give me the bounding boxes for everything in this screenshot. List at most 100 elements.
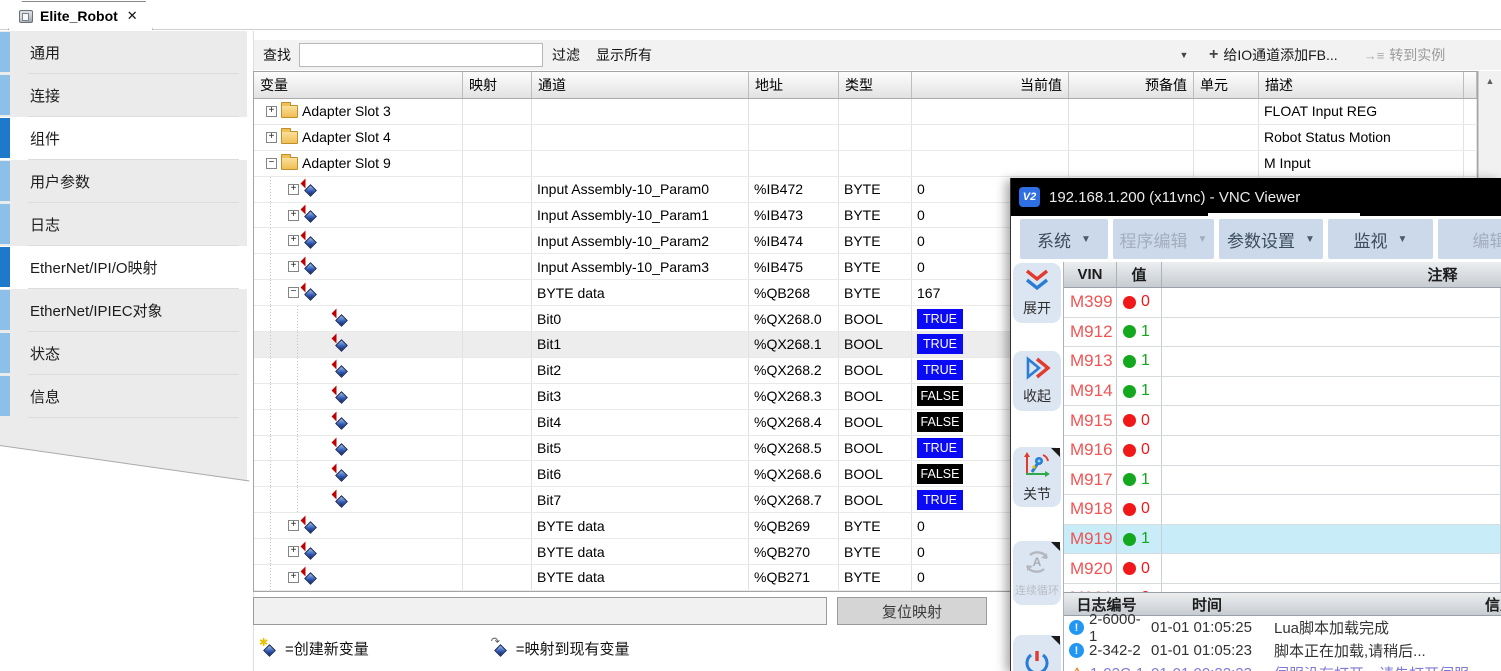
menu-监视[interactable]: 监视▼: [1328, 219, 1433, 259]
vin-cell: M919: [1064, 525, 1117, 554]
folder-icon: [281, 105, 298, 118]
value-cell: 0: [1117, 288, 1162, 317]
tree-expander-icon[interactable]: +: [288, 235, 299, 246]
tree-expander-icon[interactable]: +: [288, 520, 299, 531]
vin-cell: M917: [1064, 466, 1117, 495]
log-row[interactable]: 1-92C-101-01 00:22:23伺服没有打开，请先打开伺服: [1064, 662, 1501, 671]
log-row[interactable]: !2-342-201-01 01:05:23脚本正在加载,请稍后...: [1064, 639, 1501, 662]
comment-cell: [1162, 377, 1501, 406]
type-cell: BOOL: [839, 410, 912, 435]
menu-参数设置[interactable]: 参数设置▼: [1219, 219, 1323, 259]
monitor-row[interactable]: M9200: [1064, 554, 1501, 584]
side-button-关节[interactable]: 关节: [1013, 447, 1061, 507]
sidebar-item-stripe: [0, 333, 10, 373]
variable-cell: +Adapter Slot 4: [254, 125, 463, 150]
red-dot-icon: [1123, 562, 1136, 575]
add-fb-button[interactable]: + 给IO通道添加FB...: [1200, 42, 1347, 68]
log-body: !2-6000-101-01 01:05:25Lua脚本加载完成!2-342-2…: [1064, 616, 1501, 671]
reset-mapping-button[interactable]: 复位映射: [837, 597, 987, 625]
sidebar-item-信息[interactable]: 信息: [0, 375, 247, 418]
variable-cell: +: [254, 565, 463, 590]
sidebar-item-label: 用户参数: [30, 171, 90, 192]
tree-expander-icon[interactable]: +: [288, 210, 299, 221]
find-input[interactable]: [299, 43, 543, 67]
tree-expander-icon[interactable]: +: [266, 106, 277, 117]
tree-expander-icon[interactable]: −: [288, 287, 299, 298]
tab-elite-robot[interactable]: Elite_Robot ✕: [8, 1, 153, 30]
type-cell: BYTE: [839, 565, 912, 590]
channel-cell: Bit7: [532, 487, 749, 512]
menu-程序编辑: 程序编辑▼: [1113, 219, 1214, 259]
table-row[interactable]: +Adapter Slot 4 Robot Status Motion: [254, 125, 1477, 151]
tree-expander-icon[interactable]: +: [288, 546, 299, 557]
sidebar-item-状态[interactable]: 状态: [0, 332, 247, 375]
menu-系统[interactable]: 系统▼: [1020, 219, 1108, 259]
tree-expander-icon[interactable]: +: [288, 184, 299, 195]
address-cell: %QX268.6: [749, 461, 839, 486]
table-row[interactable]: + Adapter Slot 3 FLOAT Input REG: [254, 99, 1477, 125]
variable-name: Adapter Slot 3: [302, 103, 391, 119]
vnc-titlebar[interactable]: V2 192.168.1.200 (x11vnc) - VNC Viewer: [1011, 178, 1501, 216]
monitor-row[interactable]: M3990: [1064, 288, 1501, 318]
sidebar-item-日志[interactable]: 日志: [0, 203, 247, 246]
sidebar-item-用户参数[interactable]: 用户参数: [0, 160, 247, 203]
description-cell: FLOAT Input REG: [1259, 99, 1464, 124]
type-cell: BYTE: [839, 539, 912, 564]
monitor-row[interactable]: M9180: [1064, 495, 1501, 525]
side-button-power[interactable]: [1013, 635, 1061, 671]
mapping-cell: [463, 565, 532, 590]
sidebar-item-stripe: [0, 161, 10, 201]
monitor-row[interactable]: M9160: [1064, 436, 1501, 466]
variable-name: Adapter Slot 9: [302, 155, 391, 171]
mapping-cell: [463, 384, 532, 409]
tab-close-icon[interactable]: ✕: [127, 8, 138, 24]
scroll-up-icon[interactable]: ▲: [1479, 71, 1501, 91]
tree-expander-icon[interactable]: −: [266, 158, 277, 169]
comment-cell: [1162, 466, 1501, 495]
tree-expander-icon[interactable]: +: [288, 572, 299, 583]
mapped-variable-icon: [302, 285, 318, 301]
type-cell: BOOL: [839, 358, 912, 383]
tree-expander-icon[interactable]: +: [266, 132, 277, 143]
monitor-row[interactable]: M9171: [1064, 466, 1501, 496]
sidebar-item-通用[interactable]: 通用: [0, 31, 247, 74]
table-row[interactable]: − Adapter Slot 9 M Input: [254, 151, 1477, 177]
sidebar-item-EtherNet/IPIEC对象[interactable]: EtherNet/IPIEC对象: [0, 289, 247, 332]
mapping-cell: [463, 332, 532, 357]
address-cell: %QX268.3: [749, 384, 839, 409]
sidebar-item-连接[interactable]: 连接: [0, 74, 247, 117]
filter-combobox[interactable]: 显示所有 ▼: [592, 43, 1192, 67]
sidebar-item-组件[interactable]: 组件: [0, 117, 247, 160]
app-root: Elite_Robot ✕ 通用连接组件用户参数日志EtherNet/IPI/O…: [0, 0, 1501, 671]
comment-cell: [1162, 318, 1501, 347]
monitor-row[interactable]: M9141: [1064, 377, 1501, 407]
description-cell: Robot Status Motion: [1259, 125, 1464, 150]
address-cell: %QB270: [749, 539, 839, 564]
column-header-预备值: 预备值: [1069, 72, 1194, 98]
variable-cell: [254, 461, 463, 486]
document-tabbar: Elite_Robot ✕: [0, 0, 1501, 30]
address-cell: %IB473: [749, 203, 839, 228]
monitor-row[interactable]: M9191: [1064, 525, 1501, 555]
tree-expander-icon[interactable]: +: [288, 261, 299, 272]
side-button-label: 连续循环: [1015, 582, 1059, 598]
sidebar-item-EtherNet/IPI/O映射[interactable]: EtherNet/IPI/O映射: [0, 246, 247, 289]
monitor-row[interactable]: M9121: [1064, 318, 1501, 348]
chevron-down-icon[interactable]: ▼: [1176, 45, 1192, 65]
loop-icon: A: [1022, 548, 1052, 581]
side-button-展开[interactable]: 展开: [1013, 263, 1061, 323]
monitor-row[interactable]: M9131: [1064, 347, 1501, 377]
type-cell: BOOL: [839, 436, 912, 461]
bool-value-badge: TRUE: [917, 334, 963, 354]
monitor-row[interactable]: M9150: [1064, 406, 1501, 436]
mapping-cell: [463, 410, 532, 435]
description-cell: M Input: [1259, 151, 1464, 176]
log-row[interactable]: !2-6000-101-01 01:05:25Lua脚本加载完成: [1064, 616, 1501, 639]
unit-cell: [1194, 99, 1259, 124]
value-cell: 1: [1117, 347, 1162, 376]
side-button-收起[interactable]: 收起: [1013, 351, 1061, 411]
bool-value-badge: TRUE: [917, 309, 963, 329]
column-header-当前值: 当前值: [912, 72, 1069, 98]
tab-title: Elite_Robot: [40, 8, 118, 24]
address-cell: %QX268.5: [749, 436, 839, 461]
